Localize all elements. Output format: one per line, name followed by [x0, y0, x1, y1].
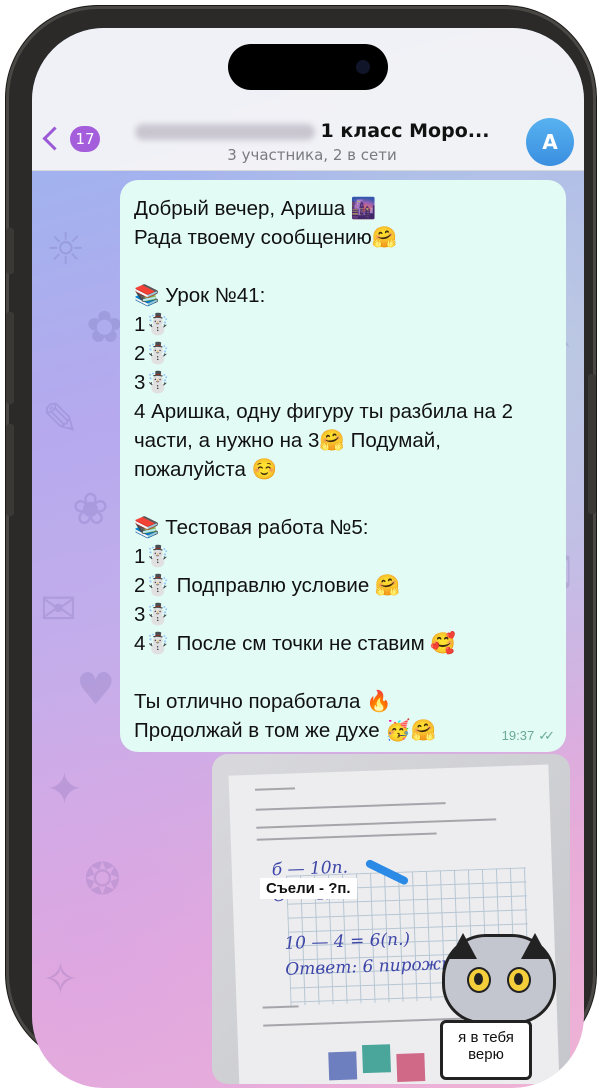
cat-eye-icon — [467, 967, 491, 993]
chevron-left-icon — [42, 126, 67, 151]
message-line: Добрый вечер, Ариша 🌆 — [134, 197, 377, 220]
message-bubble[interactable]: Добрый вечер, Ариша 🌆 Рада твоему сообще… — [120, 180, 566, 752]
cat-pupil-icon — [514, 973, 523, 985]
chat-header: 17 1 класс Моро... 3 участника, 2 в сети… — [32, 28, 584, 171]
read-checkmarks-icon: ✓✓ — [538, 728, 555, 743]
chat-title-text: 1 класс Моро... — [320, 120, 490, 142]
message-line: Ты отлично поработала 🔥 — [134, 690, 392, 713]
wallpaper-doodle: ❂ — [84, 854, 121, 905]
wallpaper-doodle: ♥ — [76, 664, 116, 715]
sticker-sign: я в тебя верю — [440, 1020, 532, 1080]
message-line: 2☃️ — [134, 342, 171, 365]
message-line — [134, 252, 552, 281]
chat-screen: ☼ ✿ ✎ ❀ ✉ ♥ ✦ ❂ ✧ ☂ ♫ 17 1 класс Моро...… — [32, 28, 584, 1088]
wallpaper-doodle: ✎ — [42, 394, 79, 445]
figure-shape — [328, 1051, 358, 1081]
message-line: 📚 Тестовая работа №5: — [134, 516, 369, 539]
cat-sticker: я в тебя верю — [420, 924, 570, 1084]
phone-frame: ☼ ✿ ✎ ❀ ✉ ♥ ✦ ❂ ✧ ☂ ♫ 17 1 класс Моро...… — [6, 6, 596, 1088]
wallpaper-doodle: ☼ — [46, 224, 86, 275]
cat-eye-icon — [507, 967, 531, 993]
text-line — [262, 1005, 299, 1009]
group-avatar[interactable]: A — [526, 118, 574, 166]
unread-count-badge: 17 — [70, 126, 100, 152]
message-line: части, а нужно на 3🤗 Подумай, — [134, 429, 441, 452]
message-time: 19:37 — [501, 728, 535, 743]
photo-caption: Съели - ?п. — [260, 878, 357, 899]
chat-subtitle: 3 участника, 2 в сети — [227, 146, 397, 164]
volume-up-button — [6, 312, 14, 404]
message-line: Рада твоему сообщению🤗 — [134, 226, 398, 249]
chat-title[interactable]: 1 класс Моро... — [122, 120, 502, 142]
text-line — [254, 787, 296, 791]
cat-head-icon — [442, 933, 556, 1024]
text-line — [255, 802, 446, 811]
message-line: 2☃️ Подправлю условие 🤗 — [134, 574, 401, 597]
message-line: 1☃️ — [134, 545, 171, 568]
cat-pupil-icon — [474, 973, 483, 985]
message-line — [134, 658, 552, 687]
message-line — [134, 484, 552, 513]
cat-ear-icon — [449, 933, 477, 959]
message-line: 4☃️ После см точки не ставим 🥰 — [134, 632, 456, 655]
power-button — [588, 374, 596, 514]
front-camera-icon — [356, 60, 370, 74]
message-line: 3☃️ — [134, 371, 171, 394]
handwriting: б — 10п. — [271, 857, 349, 881]
wallpaper-doodle: ✉ — [40, 584, 77, 635]
mute-switch — [6, 228, 14, 274]
message-line: 1☃️ — [134, 313, 171, 336]
figure-shape — [362, 1044, 391, 1074]
message-line: 3☃️ — [134, 603, 171, 626]
photo-message[interactable]: б — 10п. О — 4п. 10 — 4 = 6(п.) Ответ: 6… — [212, 754, 570, 1084]
message-line: пожалуйста ☺️ — [134, 458, 278, 481]
blurred-sender-name — [134, 123, 315, 140]
message-line: 📚 Урок №41: — [134, 284, 266, 307]
wallpaper-doodle: ✿ — [86, 302, 123, 353]
dynamic-island — [228, 44, 388, 90]
wallpaper-doodle: ❀ — [72, 484, 109, 535]
text-line — [256, 832, 437, 841]
message-line: Продолжай в том же духе 🥳🤗 — [134, 719, 437, 742]
text-line — [256, 818, 497, 829]
message-timestamp: 19:37 ✓✓ — [501, 728, 555, 744]
wallpaper-doodle: ✦ — [46, 764, 83, 815]
back-button[interactable]: 17 — [40, 124, 100, 160]
volume-down-button — [6, 424, 14, 516]
cat-ear-icon — [521, 933, 549, 959]
wallpaper-doodle: ✧ — [42, 954, 79, 1005]
message-line: 4 Аришка, одну фигуру ты разбила на 2 — [134, 400, 514, 423]
